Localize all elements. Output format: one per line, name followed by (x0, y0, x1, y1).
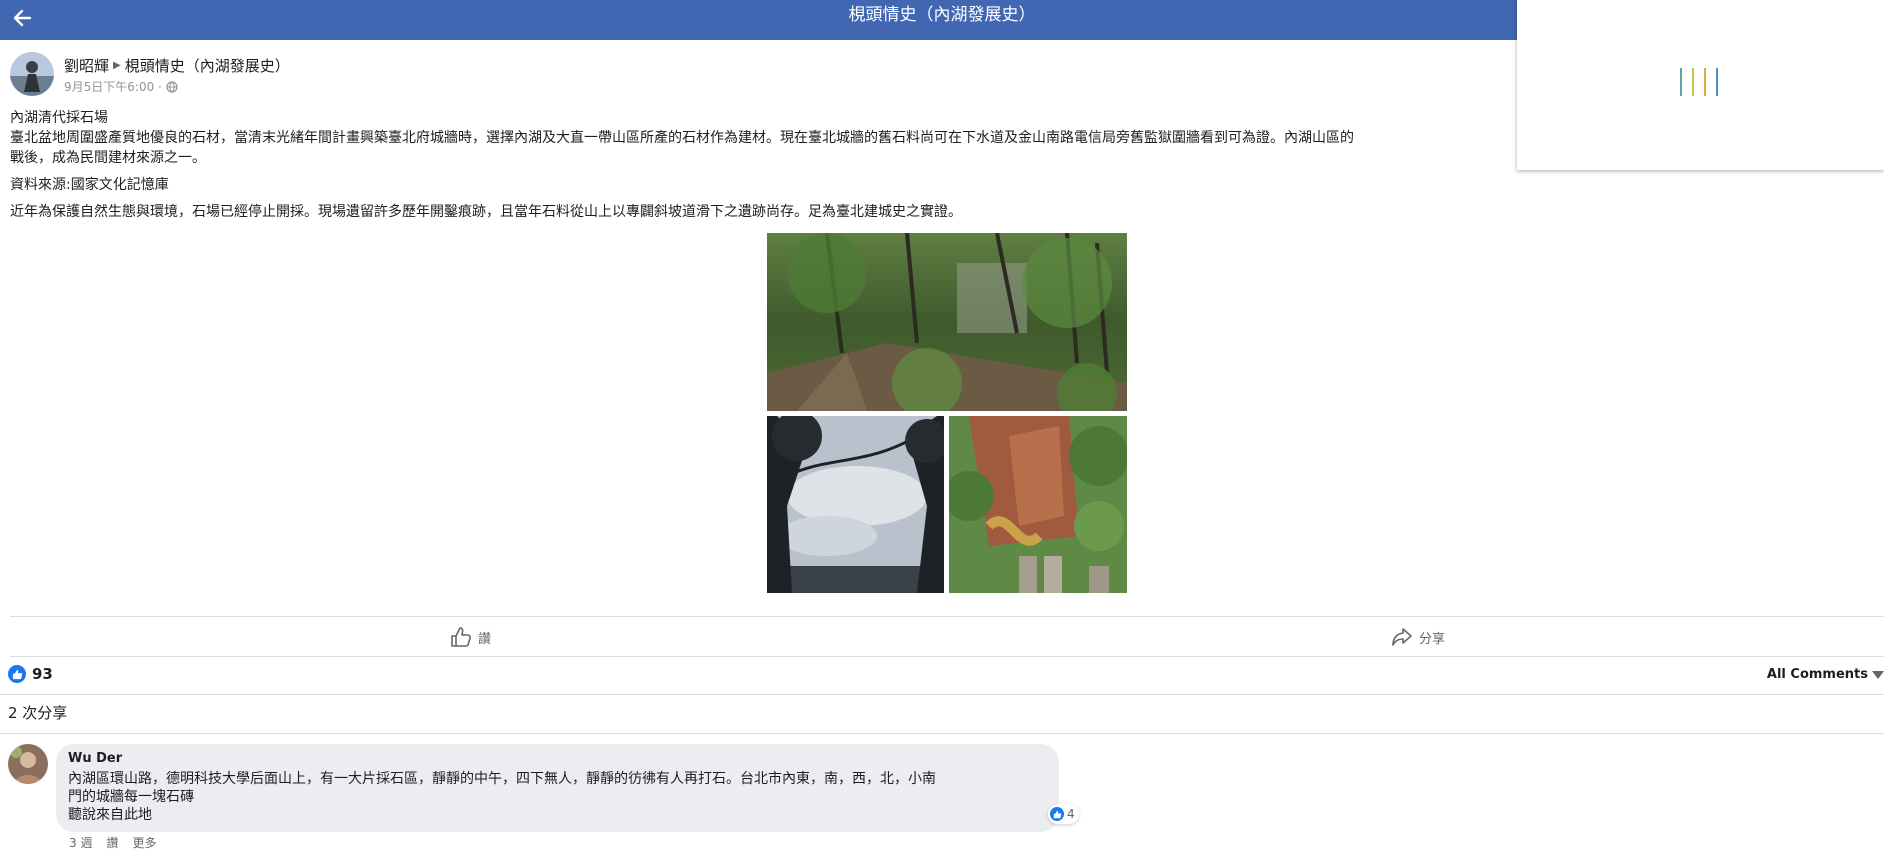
share-button[interactable]: 分享 (1391, 625, 1445, 649)
post-text-source: 資料來源:國家文化記憶庫 (10, 177, 169, 193)
shares-divider (0, 733, 1884, 734)
comment-text: 內湖區環山路，德明科技大學后面山上，有一大片採石區，靜靜的中午，四下無人，靜靜的… (68, 770, 1047, 824)
comment-like-link[interactable]: 讚 (106, 834, 118, 851)
author-name[interactable]: 劉昭輝 (64, 56, 109, 76)
share-label: 分享 (1419, 631, 1446, 647)
comment-line: 門的城牆每一塊石磚 (68, 789, 194, 805)
post-text-title: 內湖清代採石場 (10, 110, 108, 126)
actions-top-divider (10, 616, 1884, 617)
reaction-count: 93 (32, 665, 53, 683)
post-timestamp[interactable]: 9月5日下午6:00 · (64, 78, 162, 95)
reaction-summary[interactable]: 93 (8, 665, 53, 683)
commenter-avatar[interactable] (8, 744, 48, 784)
comment-reaction-badge[interactable]: 4 (1048, 804, 1079, 824)
like-label: 讚 (478, 631, 492, 647)
share-count[interactable]: 2 次分享 (8, 702, 67, 723)
actions-bottom-divider (10, 656, 1884, 657)
post-body: 內湖清代採石場 臺北盆地周圍盛產質地優良的石材，當清末光緒年間計畫興築臺北府城牆… (10, 108, 1510, 222)
globe-icon (166, 80, 178, 93)
quarry-cliff-photo[interactable] (949, 416, 1127, 593)
comment-actions: 3 週 讚 更多 (69, 834, 156, 851)
comments-filter-label: All Comments (1766, 667, 1868, 682)
comments-filter-dropdown[interactable]: All Comments (1767, 667, 1884, 682)
post-text-paragraph-cont: 戰後，成為民間建材來源之一。 (10, 150, 206, 166)
thumbs-up-icon (451, 627, 471, 647)
post-author-line: 劉昭輝 ▶ 梘頭情史（內湖發展史） (64, 56, 290, 76)
post-timestamp-line: 9月5日下午6:00 · (64, 78, 178, 95)
comment-time[interactable]: 3 週 (69, 834, 92, 851)
post-text-paragraph: 臺北盆地周圍盛產質地優良的石材，當清末光緒年間計畫興築臺北府城牆時，選擇內湖及大… (10, 130, 1354, 146)
caret-right-icon: ▶ (113, 60, 121, 71)
forest-trail-photo[interactable] (767, 233, 1127, 411)
caret-down-icon (1872, 670, 1884, 679)
loading-panel (1517, 0, 1884, 170)
like-reaction-icon (8, 665, 26, 683)
comment-reaction-count: 4 (1067, 807, 1075, 821)
like-reaction-icon (1050, 807, 1064, 821)
post-text-note: 近年為保護自然生態與環境，石場已經停止開採。現場遺留許多歷年開鑿痕跡，且當年石料… (10, 204, 962, 220)
group-name[interactable]: 梘頭情史（內湖發展史） (125, 56, 290, 76)
sky-through-trees-photo[interactable] (767, 416, 944, 593)
loading-spinner-icon (1680, 68, 1730, 98)
comment-bubble: Wu Der 內湖區環山路，德明科技大學后面山上，有一大片採石區，靜靜的中午，四… (56, 744, 1059, 832)
like-button[interactable]: 讚 (450, 625, 491, 649)
comment-more-link[interactable]: 更多 (132, 834, 156, 851)
comment-line: 內湖區環山路，德明科技大學后面山上，有一大片採石區，靜靜的中午，四下無人，靜靜的… (68, 771, 936, 787)
comment-line: 聽說來自此地 (68, 807, 152, 823)
stats-divider (0, 694, 1884, 695)
comment-author[interactable]: Wu Der (68, 750, 1047, 768)
share-arrow-icon (1392, 628, 1412, 646)
author-avatar[interactable] (10, 52, 54, 96)
